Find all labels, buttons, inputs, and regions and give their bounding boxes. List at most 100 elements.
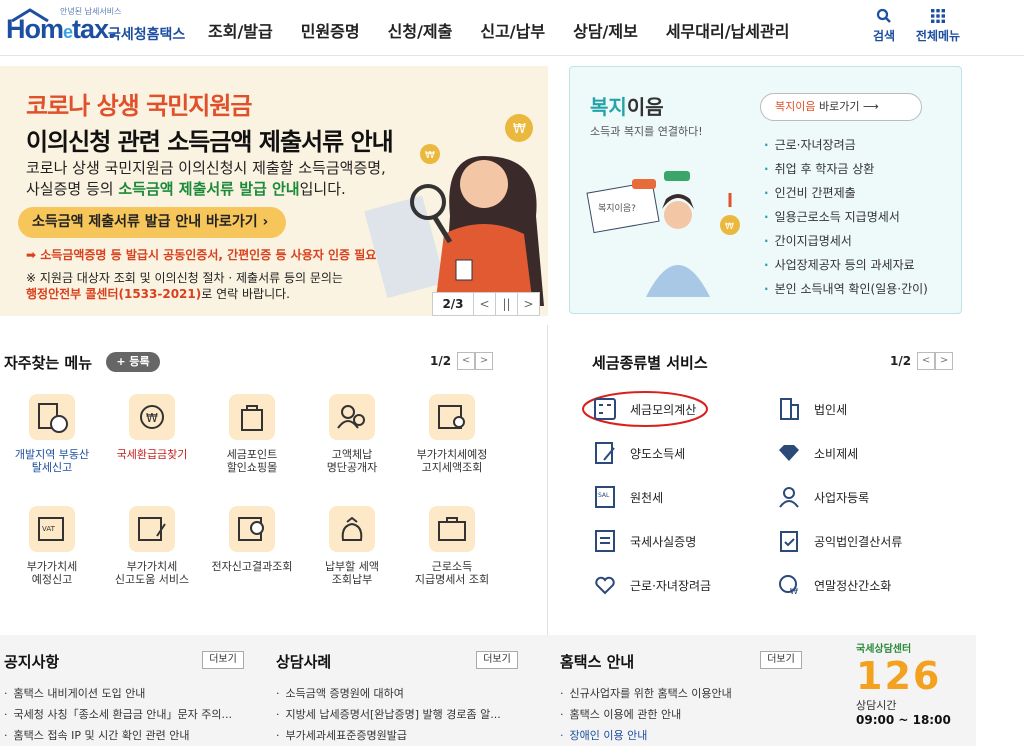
tile-vat-filing[interactable]: VAT 부가가치세 예정신고 xyxy=(7,506,97,586)
guide-item[interactable]: 장애인 이용 안내 xyxy=(560,725,732,746)
notice-list: 홈택스 내비게이션 도입 안내 국세청 사칭「종소세 환급금 안내」문자 주의.… xyxy=(4,683,233,746)
welfare-link-list: 근로·자녀장려금 취업 후 학자금 상환 인건비 간편제출 일용근로소득 지급명… xyxy=(764,133,928,301)
column-divider xyxy=(547,325,548,635)
consult-item[interactable]: 소득금액 증명원에 대하여 xyxy=(276,683,501,704)
welfare-title: 복지이음 xyxy=(590,95,664,119)
banner-prev-button[interactable]: < xyxy=(473,293,495,315)
tile-e-filing-result[interactable]: 전자신고결과조회 xyxy=(207,506,297,573)
tax-services-title: 세금종류별 서비스 xyxy=(592,354,708,372)
tax-services-prev-button[interactable]: < xyxy=(917,352,936,370)
consult-list: 소득금액 증명원에 대하여 지방세 납세증명서[완납증명] 발행 경로좀 알..… xyxy=(276,683,501,746)
search-button[interactable]: 검색 xyxy=(866,8,902,44)
nav-item-certificate[interactable]: 민원증명 xyxy=(301,18,360,42)
call-center-number: 126 xyxy=(856,654,942,698)
notice-more-button[interactable]: 더보기 xyxy=(202,651,244,669)
favorites-title: 자주찾는 메뉴 xyxy=(4,354,93,372)
nav-item-report[interactable]: 신고/납부 xyxy=(480,18,545,42)
welfare-link[interactable]: 사업장제공자 등의 과세자료 xyxy=(764,253,928,277)
tile-tax-point-mall[interactable]: 세금포인트 할인쇼핑몰 xyxy=(207,394,297,474)
welfare-link[interactable]: 취업 후 학자금 상환 xyxy=(764,157,928,181)
guide-item[interactable]: 홈택스 이용에 관한 안내 xyxy=(560,704,732,725)
guide-item[interactable]: 신규사업자를 위한 홈택스 이용안내 xyxy=(560,683,732,704)
consult-item[interactable]: 부가세과세표준증명원발급 xyxy=(276,725,501,746)
clipboard-check-icon xyxy=(780,531,798,552)
document-search-icon xyxy=(429,394,475,440)
call-center-126[interactable]: 국세상담센터 126 상담시간 09:00 ~ 18:00 xyxy=(856,640,966,746)
service-business-registration[interactable]: 사업자등록 xyxy=(776,484,869,510)
shopping-bag-icon xyxy=(229,394,275,440)
nav-item-lookup[interactable]: 조회/발급 xyxy=(208,18,273,42)
service-tax-certificate[interactable]: 국세사실증명 xyxy=(592,528,696,554)
nav-item-agent[interactable]: 세무대리/납세관리 xyxy=(666,18,790,42)
nav-item-apply[interactable]: 신청/제출 xyxy=(388,18,453,42)
guide-more-button[interactable]: 더보기 xyxy=(760,651,802,669)
favorites-prev-button[interactable]: < xyxy=(457,352,476,370)
svg-text:₩: ₩ xyxy=(725,222,734,232)
welfare-link[interactable]: 일용근로소득 지급명세서 xyxy=(764,205,928,229)
tile-vat-notice-lookup[interactable]: 부가가치세예정 고지세액조회 xyxy=(407,394,497,474)
diamond-icon xyxy=(779,445,799,461)
building-coin-icon xyxy=(29,394,75,440)
tile-real-estate-report[interactable]: 개발지역 부동산 탈세신고 xyxy=(7,394,97,474)
service-public-corp-settlement[interactable]: 공익법인결산서류 xyxy=(776,528,902,554)
tax-services-pager: 1/2 < > xyxy=(890,352,954,370)
tile-delinquent-list[interactable]: 고액체납 명단공개자 xyxy=(307,394,397,474)
service-withholding[interactable]: SAL 원천세 xyxy=(592,484,663,510)
svg-text:₩: ₩ xyxy=(146,411,158,425)
main-banner[interactable]: 코로나 상생 국민지원금 이의신청 관련 소득금액 제출서류 안내 코로나 상생… xyxy=(0,66,548,316)
document-pen-icon xyxy=(595,442,615,464)
tile-refund-search[interactable]: ₩ 국세환급금찾기 xyxy=(107,394,197,461)
welfare-illustration: 복지이음? ₩ xyxy=(586,171,740,297)
service-consumption-tax[interactable]: 소비제세 xyxy=(776,440,858,466)
consult-title: 상담사례 xyxy=(276,653,332,671)
service-capital-gains[interactable]: 양도소득세 xyxy=(592,440,685,466)
tile-label: 부가가치세 예정신고 xyxy=(26,560,78,586)
banner-headline-2: 이의신청 관련 소득금액 제출서류 안내 xyxy=(26,128,394,156)
service-incentive[interactable]: 근로·자녀장려금 xyxy=(592,572,711,598)
call-center-hours: 09:00 ~ 18:00 xyxy=(856,713,951,727)
notice-item[interactable]: 국세청 사칭「종소세 환급금 안내」문자 주의... xyxy=(4,704,233,725)
notice-item[interactable]: 홈택스 내비게이션 도입 안내 xyxy=(4,683,232,704)
favorites-pager: 1/2 < > xyxy=(430,352,494,370)
welfare-link[interactable]: 인건비 간편제출 xyxy=(764,181,928,205)
banner-note-auth: ➡ 소득금액증명 등 발급시 공동인증서, 간편인증 등 사용자 인증 필요 xyxy=(26,248,377,262)
welfare-link[interactable]: 간이지급명세서 xyxy=(764,229,928,253)
logo-wordmark: Hometax. xyxy=(6,14,116,44)
service-tax-simulation[interactable]: 세금모의계산 xyxy=(592,396,696,422)
tile-label: 고액체납 명단공개자 xyxy=(326,448,378,474)
banner-next-button[interactable]: > xyxy=(517,293,539,315)
welfare-link[interactable]: 본인 소득내역 확인(일용·간이) xyxy=(764,277,928,301)
search-icon xyxy=(876,8,891,23)
service-year-end-settlement[interactable]: ₩ 연말정산간소화 xyxy=(776,572,891,598)
magnifier-document-icon xyxy=(229,506,275,552)
tax-services-next-button[interactable]: > xyxy=(935,352,954,370)
hometax-logo[interactable]: 안녕된 납세서비스 Hometax. 국세청홈택스 xyxy=(4,6,194,50)
document-lines-icon xyxy=(595,530,615,552)
tile-earned-income-statement[interactable]: 근로소득 지급명세서 조회 xyxy=(407,506,497,586)
consult-more-button[interactable]: 더보기 xyxy=(476,651,518,669)
tile-vat-help[interactable]: 부가가치세 신고도움 서비스 xyxy=(107,506,197,586)
service-corporate-tax[interactable]: 법인세 xyxy=(776,396,847,422)
bottom-board: 공지사항 더보기 홈택스 내비게이션 도입 안내 국세청 사칭「종소세 환급금 … xyxy=(0,635,976,746)
coin-chat-icon: ₩ xyxy=(779,575,798,596)
svg-text:VAT: VAT xyxy=(42,525,56,533)
guide-list: 신규사업자를 위한 홈택스 이용안내 홈택스 이용에 관한 안내 장애인 이용 … xyxy=(560,683,732,746)
welfare-link[interactable]: 근로·자녀장려금 xyxy=(764,133,928,157)
svg-text:SAL: SAL xyxy=(598,492,610,499)
money-bag-icon xyxy=(329,506,375,552)
banner-pause-button[interactable]: || xyxy=(495,293,517,315)
favorites-register-button[interactable]: + 등록 xyxy=(106,352,160,372)
guide-title: 홈택스 안내 xyxy=(560,653,635,671)
chevron-right-icon: › xyxy=(262,214,269,230)
tile-tax-payment[interactable]: 납부할 세액 조회납부 xyxy=(307,506,397,586)
favorites-next-button[interactable]: > xyxy=(475,352,494,370)
banner-pager: 2/3 < || > xyxy=(432,292,540,316)
nav-item-consult[interactable]: 상담/제보 xyxy=(573,18,638,42)
banner-cta-button[interactable]: 소득금액 제출서류 발급 안내 바로가기 › xyxy=(18,207,286,238)
notice-title: 공지사항 xyxy=(4,653,60,671)
notice-item[interactable]: 홈택스 접속 IP 및 시간 확인 관련 안내 xyxy=(4,725,232,746)
welfare-shortcut-button[interactable]: 복지이음 바로가기 ⟶ xyxy=(760,93,922,121)
tile-label: 전자신고결과조회 xyxy=(211,560,293,573)
all-menu-button[interactable]: 전체메뉴 xyxy=(912,8,964,44)
consult-item[interactable]: 지방세 납세증명서[완납증명] 발행 경로좀 알... xyxy=(276,704,501,725)
